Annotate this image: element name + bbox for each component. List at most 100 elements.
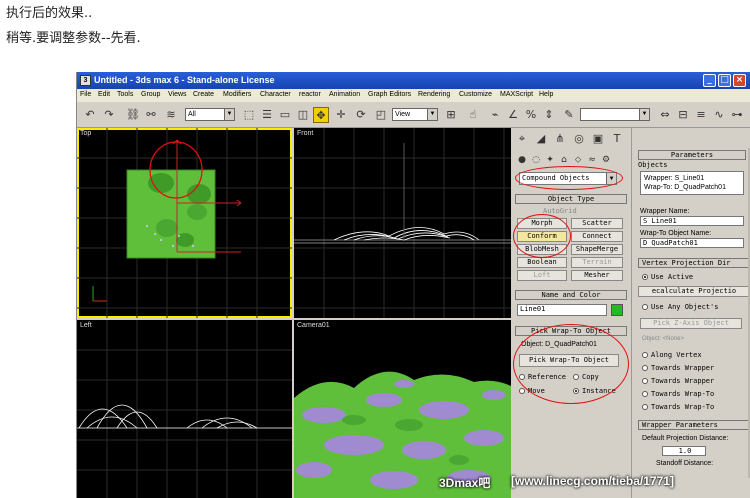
rect-region-icon[interactable]: ▭	[277, 107, 293, 123]
menu-help[interactable]: Help	[539, 91, 553, 98]
app-icon[interactable]: 3	[80, 75, 91, 86]
layer-manager-icon[interactable]: ≡	[693, 107, 709, 123]
align-icon[interactable]: ⊟	[675, 107, 691, 123]
left-viewport-scene	[77, 320, 292, 498]
viewport-label-top[interactable]: Top	[80, 130, 91, 137]
towards-wrapto-radio-1[interactable]	[642, 391, 648, 397]
select-move-icon[interactable]: ✥	[313, 107, 329, 123]
window-crossing-icon[interactable]: ◫	[295, 107, 311, 123]
towards-wrapto-label-1: Towards Wrap-To	[651, 390, 715, 398]
pick-z-axis-button[interactable]: Pick Z-Axis Object	[640, 318, 742, 329]
shapemerge-button[interactable]: ShapeMerge	[571, 244, 623, 255]
boolean-button[interactable]: Boolean	[517, 257, 567, 268]
parameters-rollout[interactable]: Parameters	[638, 150, 746, 160]
systems-icon[interactable]: ⚙	[598, 152, 614, 168]
rotate-icon[interactable]: ⟳	[353, 107, 369, 123]
minimize-button[interactable]: _	[703, 74, 716, 87]
named-selection-sets-dropdown[interactable]: ▼	[580, 108, 650, 121]
watermark: 3Dmax吧 [www.linecg.com/tieba/1771]	[439, 474, 729, 494]
menu-group[interactable]: Group	[141, 91, 160, 98]
menu-edit[interactable]: Edit	[98, 91, 110, 98]
redo-icon[interactable]: ↷	[101, 107, 117, 123]
curve-editor-icon[interactable]: ∿	[711, 107, 727, 123]
object-name-field[interactable]: Line01	[517, 304, 607, 316]
schematic-view-icon[interactable]: ⊶	[729, 107, 745, 123]
viewport-label-front[interactable]: Front	[297, 130, 313, 137]
viewport-left[interactable]: Left	[77, 320, 292, 498]
scale-icon[interactable]: ◰	[373, 107, 389, 123]
viewport-label-left[interactable]: Left	[80, 322, 92, 329]
undo-icon[interactable]: ↶	[82, 107, 98, 123]
utilities-tab-icon[interactable]: T	[609, 131, 625, 147]
objects-list[interactable]: Wrapper: S_Line01 Wrap-To: D_QuadPatch01	[640, 171, 744, 195]
bind-spacewarp-icon[interactable]: ≋	[163, 107, 179, 123]
menu-animation[interactable]: Animation	[329, 91, 360, 98]
display-tab-icon[interactable]: ▣	[590, 131, 606, 147]
menu-file[interactable]: File	[80, 91, 91, 98]
name-color-rollout[interactable]: Name and Color	[515, 290, 627, 300]
unlink-icon[interactable]: ⚯	[143, 107, 159, 123]
recalculate-projection-button[interactable]: ecalculate Projectio	[638, 286, 750, 297]
object-type-rollout[interactable]: Object Type	[515, 194, 627, 204]
list-item[interactable]: Wrapper: S_Line01	[644, 175, 704, 182]
wrapto-name-field[interactable]: D QuadPatch01	[640, 238, 744, 248]
vertex-projection-rollout[interactable]: Vertex Projection Dir	[638, 258, 750, 268]
max-window: 3 Untitled - 3ds max 6 - Stand-alone Lic…	[76, 72, 750, 498]
menu-reactor[interactable]: reactor	[299, 91, 321, 98]
angle-snap-icon[interactable]: ∠	[505, 107, 521, 123]
towards-wrapper-radio-1[interactable]	[642, 365, 648, 371]
create-tab-icon[interactable]: ⌖	[514, 131, 530, 147]
pivot-center-icon[interactable]: ⊞	[443, 107, 459, 123]
maximize-button[interactable]: □	[718, 74, 731, 87]
hierarchy-tab-icon[interactable]: ⋔	[552, 131, 568, 147]
selection-filter-dropdown[interactable]: All ▼	[185, 108, 235, 121]
select-manipulate-icon[interactable]: ☝	[465, 107, 481, 123]
along-vertex-radio[interactable]	[642, 352, 648, 358]
close-button[interactable]: ×	[733, 74, 746, 87]
move-icon[interactable]: ✛	[333, 107, 349, 123]
mesher-button[interactable]: Mesher	[571, 270, 623, 281]
reference-coord-dropdown[interactable]: View ▼	[392, 108, 438, 121]
towards-wrapper-label-2: Towards Wrapper	[651, 377, 715, 385]
towards-wrapper-radio-2[interactable]	[642, 378, 648, 384]
menu-maxscript[interactable]: MAXScript	[500, 91, 533, 98]
wrapper-parameters-rollout[interactable]: Wrapper Parameters	[638, 420, 750, 430]
wrapper-name-label: Wrapper Name:	[640, 208, 690, 215]
select-by-name-icon[interactable]: ☰	[259, 107, 275, 123]
post-line-2: 稍等.要调整参数--先看.	[6, 31, 141, 46]
viewport-top[interactable]: Top	[77, 128, 292, 318]
viewport-label-camera[interactable]: Camera01	[297, 322, 330, 329]
menu-create[interactable]: Create	[193, 91, 214, 98]
modify-tab-icon[interactable]: ◢	[533, 131, 549, 147]
percent-snap-icon[interactable]: %	[523, 107, 539, 123]
select-object-icon[interactable]: ⬚	[241, 107, 257, 123]
named-selection-icon[interactable]: ✎	[561, 107, 577, 123]
menu-customize[interactable]: Customize	[459, 91, 492, 98]
menu-rendering[interactable]: Rendering	[418, 91, 450, 98]
use-active-radio[interactable]	[642, 274, 648, 280]
wrapper-name-field[interactable]: S Line01	[640, 216, 744, 226]
snap-toggle-icon[interactable]: ⌁	[487, 107, 503, 123]
loft-button[interactable]: Loft	[517, 270, 567, 281]
menu-tools[interactable]: Tools	[117, 91, 133, 98]
object-color-swatch[interactable]	[611, 304, 623, 316]
use-any-object-radio[interactable]	[642, 304, 648, 310]
default-projection-spinner[interactable]: 1.0	[662, 446, 706, 456]
terrain-button[interactable]: Terrain	[571, 257, 623, 268]
viewport-front[interactable]: Front	[294, 128, 511, 318]
menu-character[interactable]: Character	[260, 91, 291, 98]
use-active-label: Use Active	[651, 273, 694, 281]
mirror-icon[interactable]: ⇔	[657, 107, 673, 123]
select-link-icon[interactable]: ⛓	[125, 107, 141, 123]
menu-graph-editors[interactable]: Graph Editors	[368, 91, 411, 98]
move-radio[interactable]	[519, 388, 525, 394]
scatter-button[interactable]: Scatter	[571, 218, 623, 229]
motion-tab-icon[interactable]: ◎	[571, 131, 587, 147]
towards-wrapto-radio-2[interactable]	[642, 404, 648, 410]
menu-views[interactable]: Views	[168, 91, 187, 98]
list-item[interactable]: Wrap-To: D_QuadPatch01	[644, 184, 726, 191]
spinner-snap-icon[interactable]: ⇕	[541, 107, 557, 123]
viewport-camera[interactable]: Camera01	[294, 320, 511, 498]
menu-modifiers[interactable]: Modifiers	[223, 91, 251, 98]
connect-button[interactable]: Connect	[571, 231, 623, 242]
